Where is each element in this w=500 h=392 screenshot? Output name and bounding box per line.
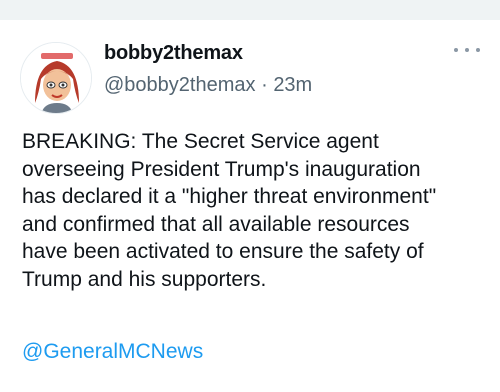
avatar[interactable]	[20, 42, 92, 114]
more-dot	[454, 48, 458, 52]
separator-dot: ·	[261, 74, 268, 96]
top-divider	[0, 0, 500, 20]
author-handle-line: @bobby2themax · 23m	[104, 74, 312, 97]
tweet-timestamp[interactable]: 23m	[273, 74, 312, 96]
cartoon-avatar-red-hair-icon	[21, 43, 91, 113]
author-handle[interactable]: @bobby2themax	[104, 74, 256, 96]
author-display-name[interactable]: bobby2themax	[104, 42, 243, 65]
more-dot	[476, 48, 480, 52]
more-horizontal-icon[interactable]	[454, 40, 480, 60]
more-dot	[465, 48, 469, 52]
tweet-text: BREAKING: The Secret Service agent overs…	[22, 130, 437, 291]
mention-link[interactable]: @GeneralMCNews	[22, 340, 203, 364]
